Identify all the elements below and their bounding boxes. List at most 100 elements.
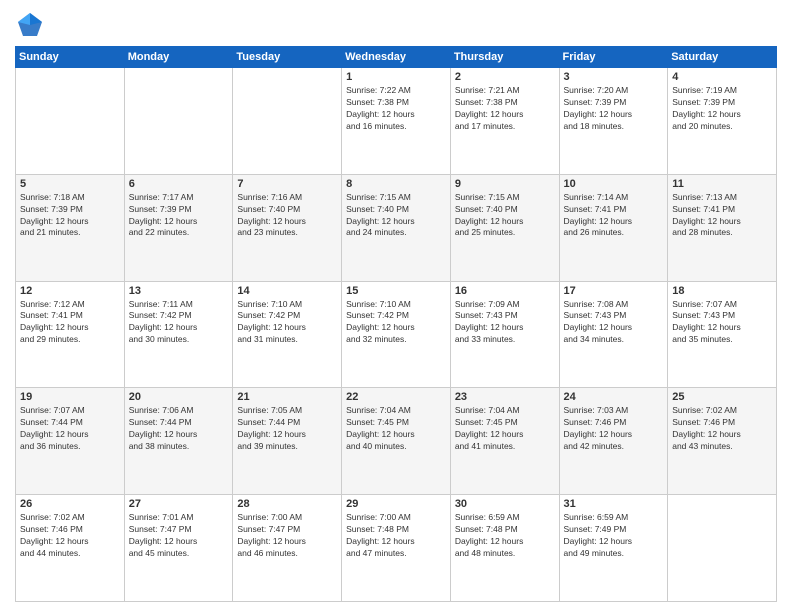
day-number: 16 xyxy=(455,285,555,297)
day-info: Sunrise: 7:21 AM Sunset: 7:38 PM Dayligh… xyxy=(455,85,555,133)
header xyxy=(15,10,777,40)
day-info: Sunrise: 7:11 AM Sunset: 7:42 PM Dayligh… xyxy=(129,299,229,347)
calendar-cell: 1 Sunrise: 7:22 AM Sunset: 7:38 PM Daylig… xyxy=(342,68,451,175)
day-info: Sunrise: 7:09 AM Sunset: 7:43 PM Dayligh… xyxy=(455,299,555,347)
day-number: 10 xyxy=(564,178,664,190)
calendar-cell: 11 Sunrise: 7:13 AM Sunset: 7:41 PM Dayli… xyxy=(668,174,777,281)
weekday-header: Monday xyxy=(124,47,233,68)
day-info: Sunrise: 7:07 AM Sunset: 7:44 PM Dayligh… xyxy=(20,405,120,453)
calendar-cell: 6Sunrise: 7:17 AM Sunset: 7:39 PM Daylig… xyxy=(124,174,233,281)
calendar-cell: 3Sunrise: 7:20 AM Sunset: 7:39 PM Daylig… xyxy=(559,68,668,175)
day-info: Sunrise: 7:07 AM Sunset: 7:43 PM Dayligh… xyxy=(672,299,772,347)
day-number: 20 xyxy=(129,391,229,403)
day-number: 1 xyxy=(346,71,446,83)
day-info: Sunrise: 7:05 AM Sunset: 7:44 PM Dayligh… xyxy=(237,405,337,453)
day-number: 4 xyxy=(672,71,772,83)
calendar-cell: 29Sunrise: 7:00 AM Sunset: 7:48 PM Dayli… xyxy=(342,495,451,602)
day-info: Sunrise: 7:14 AM Sunset: 7:41 PM Dayligh… xyxy=(564,192,664,240)
calendar-cell: 20 Sunrise: 7:06 AM Sunset: 7:44 PM Dayli… xyxy=(124,388,233,495)
day-number: 13 xyxy=(129,285,229,297)
day-info: Sunrise: 7:00 AM Sunset: 7:47 PM Dayligh… xyxy=(237,512,337,560)
day-number: 22 xyxy=(346,391,446,403)
calendar-week-row: 1 Sunrise: 7:22 AM Sunset: 7:38 PM Daylig… xyxy=(16,68,777,175)
calendar-cell: 31Sunrise: 6:59 AM Sunset: 7:49 PM Dayli… xyxy=(559,495,668,602)
calendar-cell: 17 Sunrise: 7:08 AM Sunset: 7:43 PM Dayli… xyxy=(559,281,668,388)
day-number: 9 xyxy=(455,178,555,190)
day-info: Sunrise: 7:04 AM Sunset: 7:45 PM Dayligh… xyxy=(455,405,555,453)
day-number: 29 xyxy=(346,498,446,510)
day-info: Sunrise: 7:13 AM Sunset: 7:41 PM Dayligh… xyxy=(672,192,772,240)
day-number: 7 xyxy=(237,178,337,190)
calendar-cell: 27 Sunrise: 7:01 AM Sunset: 7:47 PM Dayli… xyxy=(124,495,233,602)
day-number: 23 xyxy=(455,391,555,403)
day-number: 30 xyxy=(455,498,555,510)
day-info: Sunrise: 7:01 AM Sunset: 7:47 PM Dayligh… xyxy=(129,512,229,560)
calendar-cell: 23 Sunrise: 7:04 AM Sunset: 7:45 PM Dayli… xyxy=(450,388,559,495)
day-number: 15 xyxy=(346,285,446,297)
calendar-cell xyxy=(16,68,125,175)
calendar-cell: 14 Sunrise: 7:10 AM Sunset: 7:42 PM Dayli… xyxy=(233,281,342,388)
day-info: Sunrise: 7:02 AM Sunset: 7:46 PM Dayligh… xyxy=(672,405,772,453)
day-number: 11 xyxy=(672,178,772,190)
day-info: Sunrise: 7:08 AM Sunset: 7:43 PM Dayligh… xyxy=(564,299,664,347)
day-number: 27 xyxy=(129,498,229,510)
page: SundayMondayTuesdayWednesdayThursdayFrid… xyxy=(0,0,792,612)
day-info: Sunrise: 7:15 AM Sunset: 7:40 PM Dayligh… xyxy=(346,192,446,240)
day-info: Sunrise: 7:12 AM Sunset: 7:41 PM Dayligh… xyxy=(20,299,120,347)
day-number: 24 xyxy=(564,391,664,403)
calendar-cell: 15 Sunrise: 7:10 AM Sunset: 7:42 PM Dayli… xyxy=(342,281,451,388)
day-number: 19 xyxy=(20,391,120,403)
calendar-cell: 12 Sunrise: 7:12 AM Sunset: 7:41 PM Dayli… xyxy=(16,281,125,388)
day-info: Sunrise: 7:22 AM Sunset: 7:38 PM Dayligh… xyxy=(346,85,446,133)
day-info: Sunrise: 7:04 AM Sunset: 7:45 PM Dayligh… xyxy=(346,405,446,453)
day-info: Sunrise: 7:10 AM Sunset: 7:42 PM Dayligh… xyxy=(237,299,337,347)
calendar-week-row: 26 Sunrise: 7:02 AM Sunset: 7:46 PM Dayli… xyxy=(16,495,777,602)
weekday-header: Sunday xyxy=(16,47,125,68)
calendar-cell: 5 Sunrise: 7:18 AM Sunset: 7:39 PM Daylig… xyxy=(16,174,125,281)
calendar-week-row: 19 Sunrise: 7:07 AM Sunset: 7:44 PM Dayli… xyxy=(16,388,777,495)
calendar-cell: 18 Sunrise: 7:07 AM Sunset: 7:43 PM Dayli… xyxy=(668,281,777,388)
calendar-table: SundayMondayTuesdayWednesdayThursdayFrid… xyxy=(15,46,777,602)
day-info: Sunrise: 7:15 AM Sunset: 7:40 PM Dayligh… xyxy=(455,192,555,240)
weekday-header: Tuesday xyxy=(233,47,342,68)
weekday-header-row: SundayMondayTuesdayWednesdayThursdayFrid… xyxy=(16,47,777,68)
day-info: Sunrise: 7:10 AM Sunset: 7:42 PM Dayligh… xyxy=(346,299,446,347)
calendar-cell: 26 Sunrise: 7:02 AM Sunset: 7:46 PM Dayli… xyxy=(16,495,125,602)
day-number: 28 xyxy=(237,498,337,510)
weekday-header: Thursday xyxy=(450,47,559,68)
calendar-cell: 19 Sunrise: 7:07 AM Sunset: 7:44 PM Dayli… xyxy=(16,388,125,495)
calendar-cell: 10 Sunrise: 7:14 AM Sunset: 7:41 PM Dayli… xyxy=(559,174,668,281)
day-number: 31 xyxy=(564,498,664,510)
day-info: Sunrise: 7:06 AM Sunset: 7:44 PM Dayligh… xyxy=(129,405,229,453)
day-info: Sunrise: 7:17 AM Sunset: 7:39 PM Dayligh… xyxy=(129,192,229,240)
calendar-cell: 30Sunrise: 6:59 AM Sunset: 7:48 PM Dayli… xyxy=(450,495,559,602)
weekday-header: Wednesday xyxy=(342,47,451,68)
day-number: 21 xyxy=(237,391,337,403)
calendar-cell xyxy=(124,68,233,175)
calendar-cell: 22 Sunrise: 7:04 AM Sunset: 7:45 PM Dayli… xyxy=(342,388,451,495)
calendar-cell: 24 Sunrise: 7:03 AM Sunset: 7:46 PM Dayli… xyxy=(559,388,668,495)
calendar-cell: 4 Sunrise: 7:19 AM Sunset: 7:39 PM Daylig… xyxy=(668,68,777,175)
day-info: Sunrise: 7:16 AM Sunset: 7:40 PM Dayligh… xyxy=(237,192,337,240)
calendar-week-row: 12 Sunrise: 7:12 AM Sunset: 7:41 PM Dayli… xyxy=(16,281,777,388)
day-number: 26 xyxy=(20,498,120,510)
day-number: 14 xyxy=(237,285,337,297)
day-info: Sunrise: 7:20 AM Sunset: 7:39 PM Dayligh… xyxy=(564,85,664,133)
calendar-cell xyxy=(668,495,777,602)
calendar-cell: 21 Sunrise: 7:05 AM Sunset: 7:44 PM Dayli… xyxy=(233,388,342,495)
day-number: 5 xyxy=(20,178,120,190)
day-number: 17 xyxy=(564,285,664,297)
day-info: Sunrise: 7:02 AM Sunset: 7:46 PM Dayligh… xyxy=(20,512,120,560)
day-info: Sunrise: 7:03 AM Sunset: 7:46 PM Dayligh… xyxy=(564,405,664,453)
weekday-header: Saturday xyxy=(668,47,777,68)
day-info: Sunrise: 7:19 AM Sunset: 7:39 PM Dayligh… xyxy=(672,85,772,133)
calendar-cell: 7 Sunrise: 7:16 AM Sunset: 7:40 PM Daylig… xyxy=(233,174,342,281)
logo-icon xyxy=(15,10,45,40)
calendar-cell: 25Sunrise: 7:02 AM Sunset: 7:46 PM Dayli… xyxy=(668,388,777,495)
day-number: 12 xyxy=(20,285,120,297)
calendar-week-row: 5 Sunrise: 7:18 AM Sunset: 7:39 PM Daylig… xyxy=(16,174,777,281)
calendar-cell: 16 Sunrise: 7:09 AM Sunset: 7:43 PM Dayli… xyxy=(450,281,559,388)
day-info: Sunrise: 7:18 AM Sunset: 7:39 PM Dayligh… xyxy=(20,192,120,240)
calendar-cell: 2Sunrise: 7:21 AM Sunset: 7:38 PM Daylig… xyxy=(450,68,559,175)
day-number: 18 xyxy=(672,285,772,297)
